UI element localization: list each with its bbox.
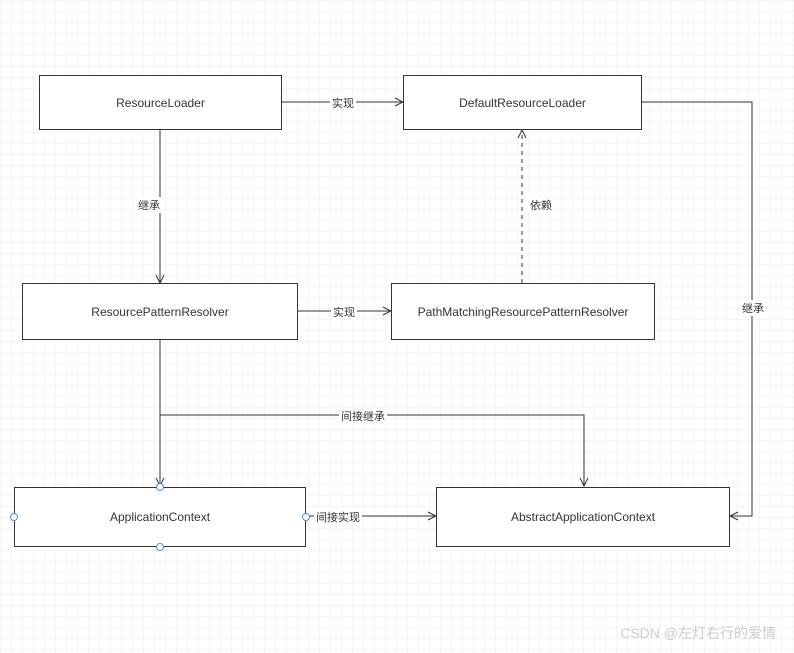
node-label: ResourcePatternResolver [91,305,228,319]
edge-label-indirect-inherit: 间接继承 [339,408,387,424]
node-label: ApplicationContext [110,510,210,524]
node-label: PathMatchingResourcePatternResolver [418,305,629,319]
node-label: AbstractApplicationContext [511,510,655,524]
port-right[interactable] [302,513,310,521]
port-left[interactable] [10,513,18,521]
port-bottom[interactable] [156,543,164,551]
node-label: DefaultResourceLoader [459,96,586,110]
node-path-matching-resolver[interactable]: PathMatchingResourcePatternResolver [391,283,655,340]
node-label: ResourceLoader [116,96,205,110]
edge-label-depend: 依赖 [528,197,554,213]
watermark: CSDN @左灯右行的爱情 [620,623,776,643]
node-application-context[interactable]: ApplicationContext [14,487,306,547]
edge-label-indirect-implement: 间接实现 [314,509,362,525]
node-default-resource-loader[interactable]: DefaultResourceLoader [403,75,642,130]
node-abstract-application-context[interactable]: AbstractApplicationContext [436,487,730,547]
edge-label-inherit1: 继承 [136,197,162,213]
port-top[interactable] [156,483,164,491]
edge-label-implement1: 实现 [330,95,356,111]
node-resource-loader[interactable]: ResourceLoader [39,75,282,130]
node-resource-pattern-resolver[interactable]: ResourcePatternResolver [22,283,298,340]
edge-label-inherit2: 继承 [740,300,766,316]
edge-label-implement2: 实现 [331,304,357,320]
